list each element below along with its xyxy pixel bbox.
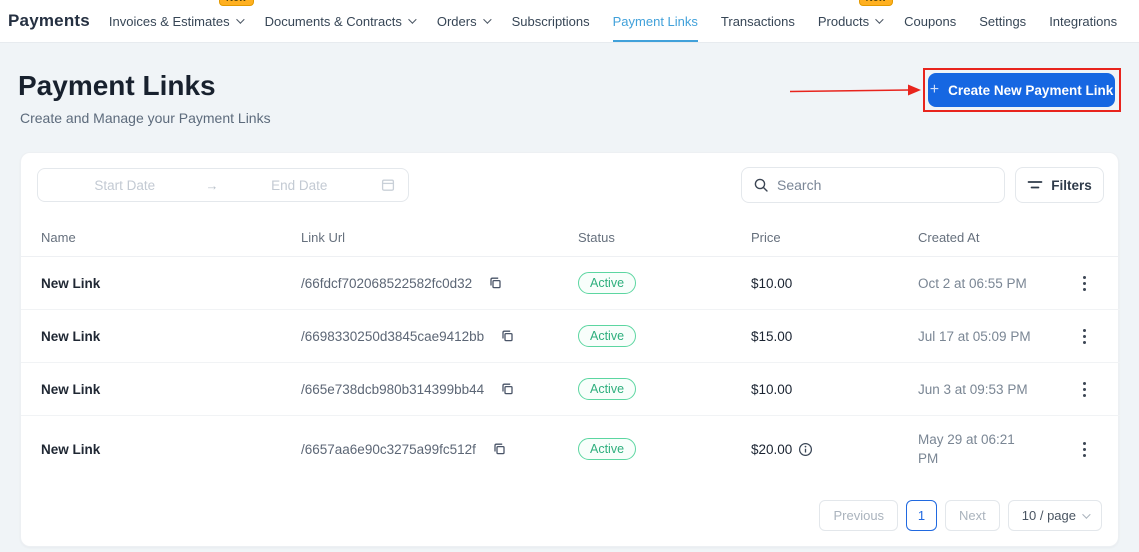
chevron-down-icon bbox=[482, 15, 492, 24]
filters-button[interactable]: Filters bbox=[1015, 167, 1104, 203]
info-icon[interactable] bbox=[798, 442, 813, 457]
row-actions-kebab-icon[interactable] bbox=[1077, 272, 1092, 295]
link-url: /6657aa6e90c3275a99fc512f bbox=[301, 441, 476, 457]
date-range-picker[interactable]: Start Date → End Date bbox=[37, 168, 409, 202]
nav-item-invoices-estimates[interactable]: New Invoices & Estimates bbox=[108, 0, 254, 42]
created-at-value: Oct 2 at 06:55 PM bbox=[918, 275, 1027, 291]
nav-item-label: Payment Links bbox=[612, 13, 698, 29]
copy-link-button[interactable] bbox=[485, 273, 505, 293]
create-new-payment-link-button[interactable]: + Create New Payment Link bbox=[928, 73, 1115, 107]
end-date-input[interactable]: End Date bbox=[225, 178, 375, 193]
search-icon bbox=[754, 178, 768, 192]
copy-link-button[interactable] bbox=[497, 379, 517, 399]
table-row: New Link /6698330250d3845cae9412bb Activ… bbox=[21, 310, 1120, 363]
column-header-name: Name bbox=[41, 230, 76, 245]
chevron-down-icon bbox=[875, 15, 884, 24]
created-at-value: May 29 at 06:21 PM bbox=[918, 432, 1015, 466]
page-subtitle: Create and Manage your Payment Links bbox=[20, 110, 271, 126]
page-size-label: 10 / page bbox=[1021, 508, 1076, 523]
current-page-button[interactable]: 1 bbox=[906, 500, 938, 531]
pagination: Previous 1 Next 10 / page bbox=[819, 500, 1102, 531]
search-input[interactable] bbox=[777, 177, 993, 193]
search-box bbox=[741, 167, 1005, 203]
calendar-icon bbox=[381, 179, 395, 191]
price-value: $15.00 bbox=[751, 328, 793, 344]
chevron-down-icon bbox=[1082, 509, 1091, 519]
column-header-status: Status bbox=[578, 230, 615, 245]
nav-item-orders[interactable]: Orders bbox=[436, 0, 492, 42]
nav-item-label: Settings bbox=[979, 13, 1027, 29]
nav-menu: New Invoices & Estimates Documents & Con… bbox=[109, 0, 1117, 42]
status-badge: Active bbox=[578, 438, 637, 460]
table-row: New Link /6657aa6e90c3275a99fc512f Activ… bbox=[21, 416, 1120, 482]
plus-icon: + bbox=[929, 81, 940, 98]
link-name: New Link bbox=[41, 328, 101, 344]
nav-item-products[interactable]: New Products bbox=[817, 0, 894, 42]
copy-link-button[interactable] bbox=[497, 326, 517, 346]
nav-item-label: Coupons bbox=[904, 13, 957, 29]
link-name: New Link bbox=[41, 381, 101, 397]
nav-item-label: Subscriptions bbox=[511, 13, 590, 29]
link-url: /66fdcf702068522582fc0d32 bbox=[301, 275, 473, 291]
price-value: $10.00 bbox=[751, 381, 793, 397]
copy-icon bbox=[490, 277, 501, 289]
annotation-arrow bbox=[789, 84, 921, 96]
nav-item-coupons[interactable]: Coupons bbox=[904, 0, 956, 42]
nav-item-subscriptions[interactable]: Subscriptions bbox=[512, 0, 590, 42]
created-at-value: Jun 3 at 09:53 PM bbox=[918, 381, 1028, 397]
copy-icon bbox=[494, 443, 505, 455]
column-header-created-at: Created At bbox=[918, 230, 980, 245]
nav-item-label: Orders bbox=[436, 13, 477, 29]
copy-link-button[interactable] bbox=[489, 439, 509, 459]
nav-item-label: Integrations bbox=[1049, 13, 1118, 29]
nav-item-payment-links[interactable]: Payment Links bbox=[612, 0, 698, 42]
link-url: /6698330250d3845cae9412bb bbox=[301, 328, 485, 344]
new-badge: New bbox=[858, 0, 894, 6]
next-page-button[interactable]: Next bbox=[945, 500, 1000, 531]
copy-icon bbox=[502, 383, 513, 395]
page-size-select[interactable]: 10 / page bbox=[1007, 500, 1102, 531]
created-at-value: Jul 17 at 05:09 PM bbox=[918, 328, 1031, 344]
column-header-price: Price bbox=[751, 230, 781, 245]
price-value: $10.00 bbox=[751, 275, 793, 291]
top-navigation: Payments New Invoices & Estimates Docume… bbox=[0, 0, 1139, 43]
status-badge: Active bbox=[578, 272, 637, 294]
app-brand: Payments bbox=[8, 11, 90, 30]
nav-item-label: Transactions bbox=[720, 13, 795, 29]
arrow-right-icon: → bbox=[205, 177, 219, 193]
nav-item-label: Products bbox=[817, 13, 870, 29]
new-badge: New bbox=[219, 0, 254, 6]
link-url: /665e738dcb980b314399bb44 bbox=[301, 381, 485, 397]
start-date-input[interactable]: Start Date bbox=[50, 178, 200, 193]
chevron-down-icon bbox=[408, 15, 417, 24]
table-row: New Link /66fdcf702068522582fc0d32 Activ… bbox=[21, 257, 1120, 310]
create-button-label: Create New Payment Link bbox=[948, 82, 1114, 98]
payment-links-table: Name Link Url Status Price Created At Ne… bbox=[21, 219, 1120, 482]
link-name: New Link bbox=[41, 275, 101, 291]
filters-label: Filters bbox=[1051, 177, 1092, 193]
copy-icon bbox=[502, 330, 513, 342]
table-row: New Link /665e738dcb980b314399bb44 Activ… bbox=[21, 363, 1120, 416]
table-body: New Link /66fdcf702068522582fc0d32 Activ… bbox=[21, 257, 1120, 482]
nav-item-label: Invoices & Estimates bbox=[108, 13, 230, 29]
payment-links-card: Start Date → End Date Filters Name Link … bbox=[20, 152, 1120, 547]
nav-item-label: Documents & Contracts bbox=[264, 13, 402, 29]
status-badge: Active bbox=[578, 378, 637, 400]
nav-item-integrations[interactable]: Integrations bbox=[1049, 0, 1117, 42]
chevron-down-icon bbox=[235, 15, 245, 24]
nav-item-settings[interactable]: Settings bbox=[979, 0, 1026, 42]
row-actions-kebab-icon[interactable] bbox=[1077, 325, 1092, 348]
link-name: New Link bbox=[41, 441, 101, 457]
filter-lines-icon bbox=[1027, 181, 1043, 189]
status-badge: Active bbox=[578, 325, 637, 347]
row-actions-kebab-icon[interactable] bbox=[1077, 438, 1092, 461]
page-title: Payment Links bbox=[18, 70, 216, 101]
nav-item-documents-contracts[interactable]: Documents & Contracts bbox=[264, 0, 417, 42]
price-value: $20.00 bbox=[751, 441, 793, 457]
nav-item-transactions[interactable]: Transactions bbox=[721, 0, 795, 42]
previous-page-button[interactable]: Previous bbox=[819, 500, 899, 531]
column-header-link-url: Link Url bbox=[301, 230, 346, 245]
row-actions-kebab-icon[interactable] bbox=[1077, 378, 1092, 401]
table-header-row: Name Link Url Status Price Created At bbox=[21, 219, 1120, 257]
